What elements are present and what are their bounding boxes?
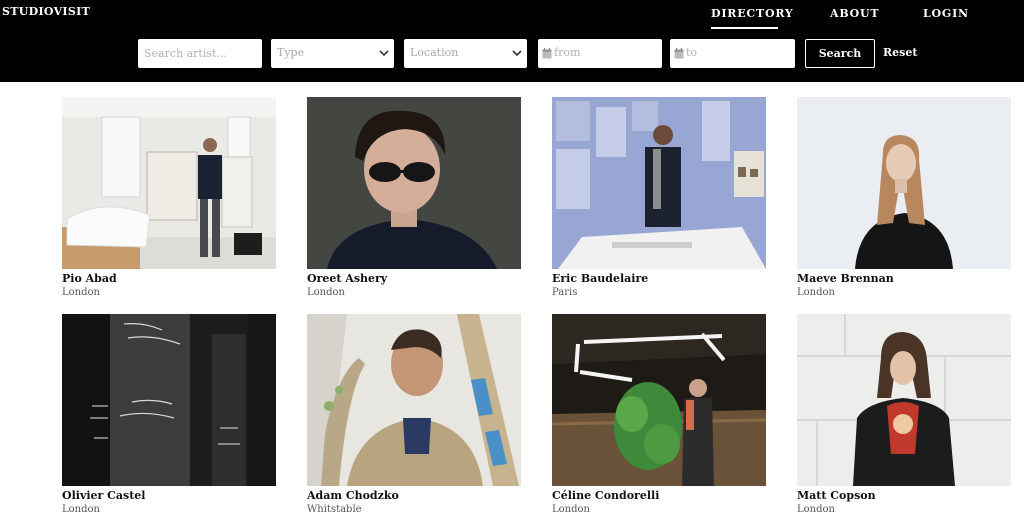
nav-login[interactable]: LOGIN: [923, 7, 969, 20]
artist-city: London: [62, 504, 100, 515]
artist-card[interactable]: Oreet Ashery London: [307, 97, 521, 298]
nav-about[interactable]: ABOUT: [830, 7, 879, 20]
artist-name[interactable]: Oreet Ashery: [307, 272, 387, 285]
type-select-label: Type: [277, 46, 305, 59]
artist-photo[interactable]: [797, 97, 1011, 269]
artist-photo[interactable]: [307, 314, 521, 486]
nav-directory[interactable]: DIRECTORY: [711, 7, 794, 20]
artist-photo[interactable]: [552, 314, 766, 486]
artist-name[interactable]: Eric Baudelaire: [552, 272, 648, 285]
artist-card[interactable]: Eric Baudelaire Paris: [552, 97, 766, 298]
calendar-icon: [674, 48, 684, 59]
search-artist-field[interactable]: [138, 39, 262, 68]
artist-card[interactable]: Adam Chodzko Whitstable: [307, 314, 521, 515]
calendar-icon: [542, 48, 552, 59]
artist-name[interactable]: Maeve Brennan: [797, 272, 894, 285]
artist-name[interactable]: Pio Abad: [62, 272, 117, 285]
artist-card[interactable]: Matt Copson London: [797, 314, 1011, 515]
artist-name[interactable]: Matt Copson: [797, 489, 876, 502]
artist-card[interactable]: Pio Abad London: [62, 97, 276, 298]
artist-city: London: [62, 287, 100, 298]
artist-card[interactable]: Céline Condorelli London: [552, 314, 766, 515]
artist-city: London: [552, 504, 590, 515]
nav-active-indicator: [711, 27, 778, 29]
artist-city: London: [797, 504, 835, 515]
reset-button[interactable]: Reset: [883, 46, 917, 59]
artist-name[interactable]: Olivier Castel: [62, 489, 145, 502]
artist-city: Paris: [552, 287, 578, 298]
artist-card[interactable]: Olivier Castel London: [62, 314, 276, 515]
artist-photo[interactable]: [797, 314, 1011, 486]
location-select-label: Location: [410, 46, 459, 59]
search-artist-input[interactable]: [138, 39, 262, 68]
date-from-placeholder: from: [554, 46, 581, 59]
location-select[interactable]: Location: [404, 39, 527, 68]
artist-photo[interactable]: [62, 97, 276, 269]
artist-city: London: [307, 287, 345, 298]
artist-name[interactable]: Adam Chodzko: [307, 489, 399, 502]
top-bar: STUDIOVISIT DIRECTORY ABOUT LOGIN Type L…: [0, 0, 1024, 82]
search-button[interactable]: Search: [805, 39, 875, 68]
artist-name[interactable]: Céline Condorelli: [552, 489, 659, 502]
type-select[interactable]: Type: [271, 39, 394, 68]
date-to-placeholder: to: [686, 46, 698, 59]
date-from-field[interactable]: from: [538, 39, 662, 68]
artist-city: Whitstable: [307, 504, 362, 515]
artist-city: London: [797, 287, 835, 298]
artist-card[interactable]: Maeve Brennan London: [797, 97, 1011, 298]
chevron-down-icon: [379, 50, 389, 57]
chevron-down-icon: [512, 50, 522, 57]
site-logo[interactable]: STUDIOVISIT: [2, 5, 90, 18]
artist-photo[interactable]: [307, 97, 521, 269]
date-to-field[interactable]: to: [670, 39, 795, 68]
artist-photo[interactable]: [552, 97, 766, 269]
artist-photo[interactable]: [62, 314, 276, 486]
